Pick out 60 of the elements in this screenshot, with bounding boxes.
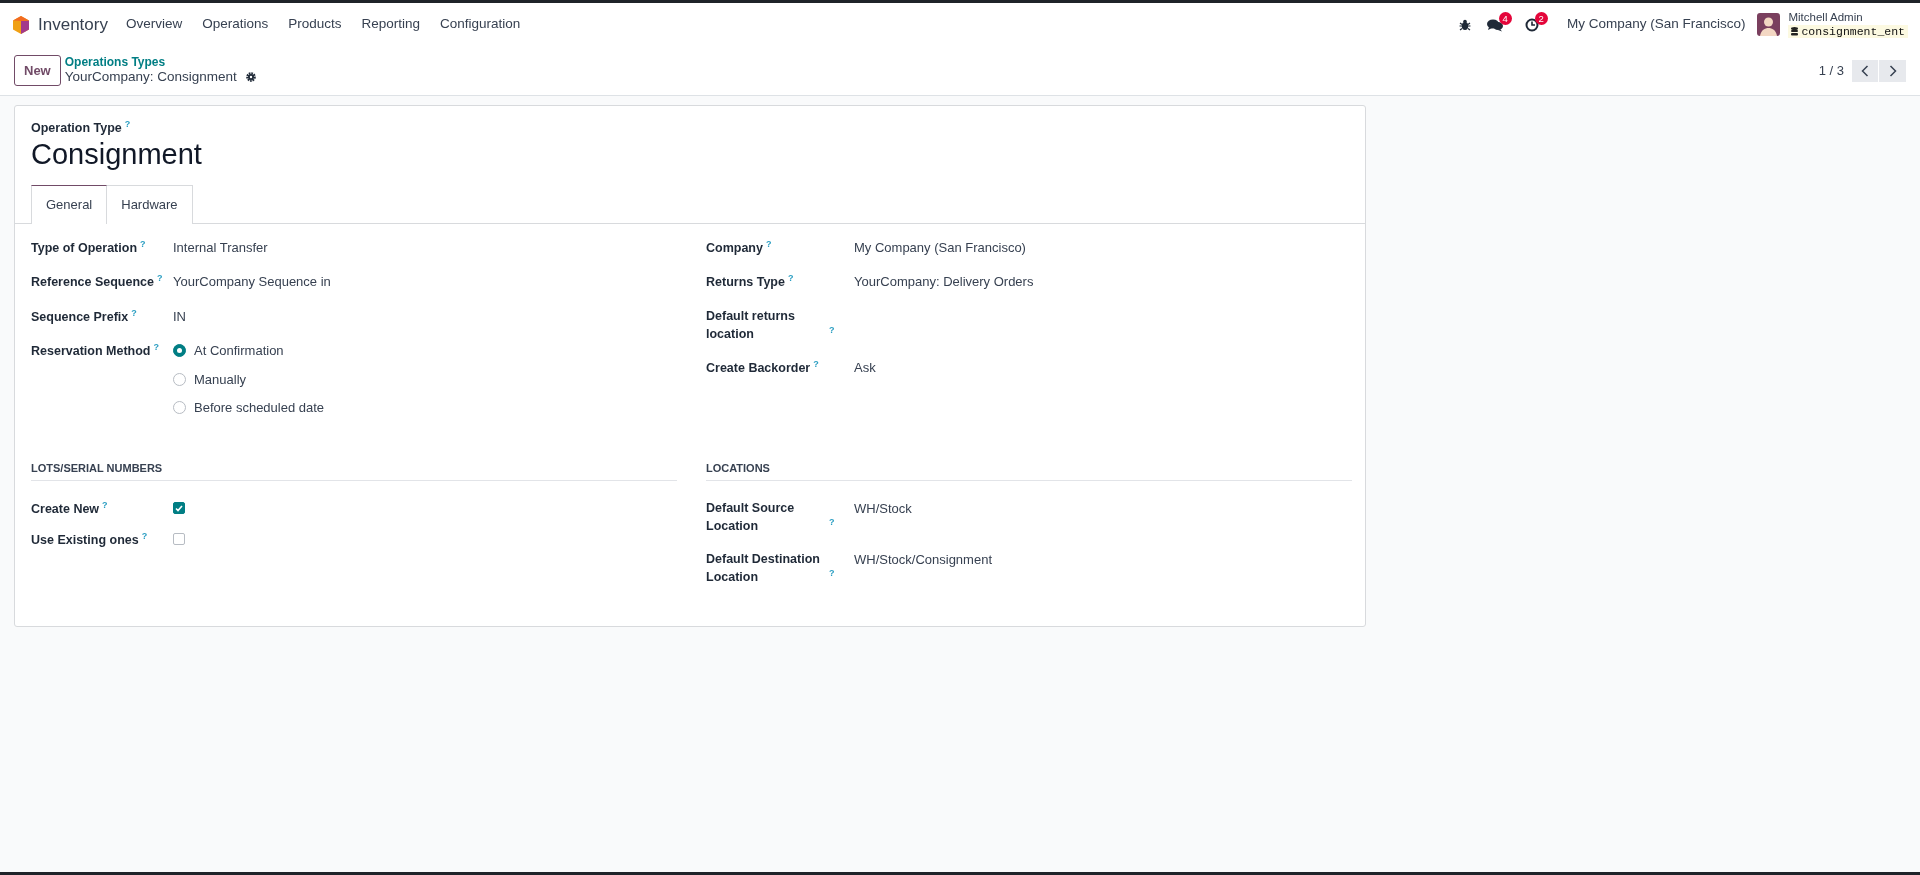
tab[interactable]: General	[31, 185, 108, 224]
field-label: Create New	[31, 502, 100, 517]
field-value[interactable]: YourCompany: Delivery Orders	[854, 272, 1034, 292]
field-label: Operation Type	[31, 121, 122, 136]
field-label: Default returns location	[706, 307, 796, 343]
chevron-right-icon	[1888, 64, 1897, 77]
field-value[interactable]: IN	[173, 306, 186, 327]
radio-label[interactable]: Manually	[194, 369, 247, 390]
section-heading: LOTS/SERIAL NUMBERS	[31, 459, 677, 482]
menu-item[interactable]: Overview	[125, 14, 183, 35]
section-heading: LOCATIONS	[706, 459, 1352, 482]
clock-icon[interactable]	[1524, 17, 1539, 32]
field-label: Default Source Location	[706, 500, 796, 536]
field-value[interactable]: WH/Stock/Consignment	[854, 550, 992, 570]
field-value[interactable]: YourCompany Sequence in	[173, 272, 331, 292]
menu-item[interactable]: Operations	[202, 14, 269, 35]
avatar-icon[interactable]	[1757, 13, 1781, 36]
radio-label[interactable]: Before scheduled date	[194, 398, 325, 418]
field-value[interactable]: My Company (San Francisco)	[854, 237, 1026, 258]
field-label: Use Existing ones	[31, 533, 139, 548]
field-value[interactable]: Ask	[854, 357, 876, 378]
checkbox[interactable]	[173, 502, 185, 515]
radio-label[interactable]: At Confirmation	[194, 341, 284, 361]
breadcrumb-current: YourCompany: Consignment	[64, 69, 237, 86]
database-icon	[1791, 26, 1799, 36]
new-button[interactable]: New	[14, 54, 61, 87]
database-name: consignment_ent	[1801, 24, 1905, 38]
field-label: Sequence Prefix	[31, 309, 129, 324]
field-label: Default Destination Location	[706, 551, 821, 587]
next-button[interactable]	[1879, 59, 1906, 82]
settings-icon[interactable]	[244, 71, 257, 84]
record-title: Consignment	[31, 137, 203, 173]
field-value[interactable]: WH/Stock	[854, 499, 912, 519]
menu-item[interactable]: Products	[288, 14, 342, 35]
radio-button[interactable]	[173, 401, 186, 415]
notification-badge: 4	[1498, 11, 1512, 25]
field-label: Type of Operation	[31, 240, 138, 255]
chat-icon[interactable]	[1486, 17, 1503, 32]
field-label: Company	[706, 239, 763, 257]
field-value[interactable]: Internal Transfer	[173, 237, 268, 258]
breadcrumb-link[interactable]: Operations Types	[64, 55, 257, 69]
app-logo-icon	[12, 14, 30, 35]
radio-button[interactable]	[173, 344, 186, 358]
menu-item[interactable]: Reporting	[361, 14, 421, 35]
menu-item[interactable]: Configuration	[440, 14, 521, 35]
pager-value[interactable]: 1 / 3	[1818, 60, 1844, 81]
field-label: Reference Sequence	[31, 275, 154, 290]
chevron-left-icon	[1861, 64, 1869, 77]
previous-button[interactable]	[1852, 59, 1879, 82]
field-label: Reservation Method	[31, 344, 151, 359]
bug-icon[interactable]	[1458, 18, 1471, 31]
user-name: Mitchell Admin	[1788, 11, 1864, 25]
radio-button[interactable]	[173, 372, 186, 386]
field-label: Create Backorder	[706, 360, 811, 377]
tab[interactable]: Hardware	[107, 185, 193, 224]
notification-badge: 2	[1534, 11, 1548, 25]
company-switcher[interactable]: My Company (San Francisco)	[1566, 14, 1746, 35]
app-name[interactable]: Inventory	[38, 11, 108, 38]
checkbox[interactable]	[173, 533, 185, 546]
field-label: Returns Type	[706, 274, 785, 292]
